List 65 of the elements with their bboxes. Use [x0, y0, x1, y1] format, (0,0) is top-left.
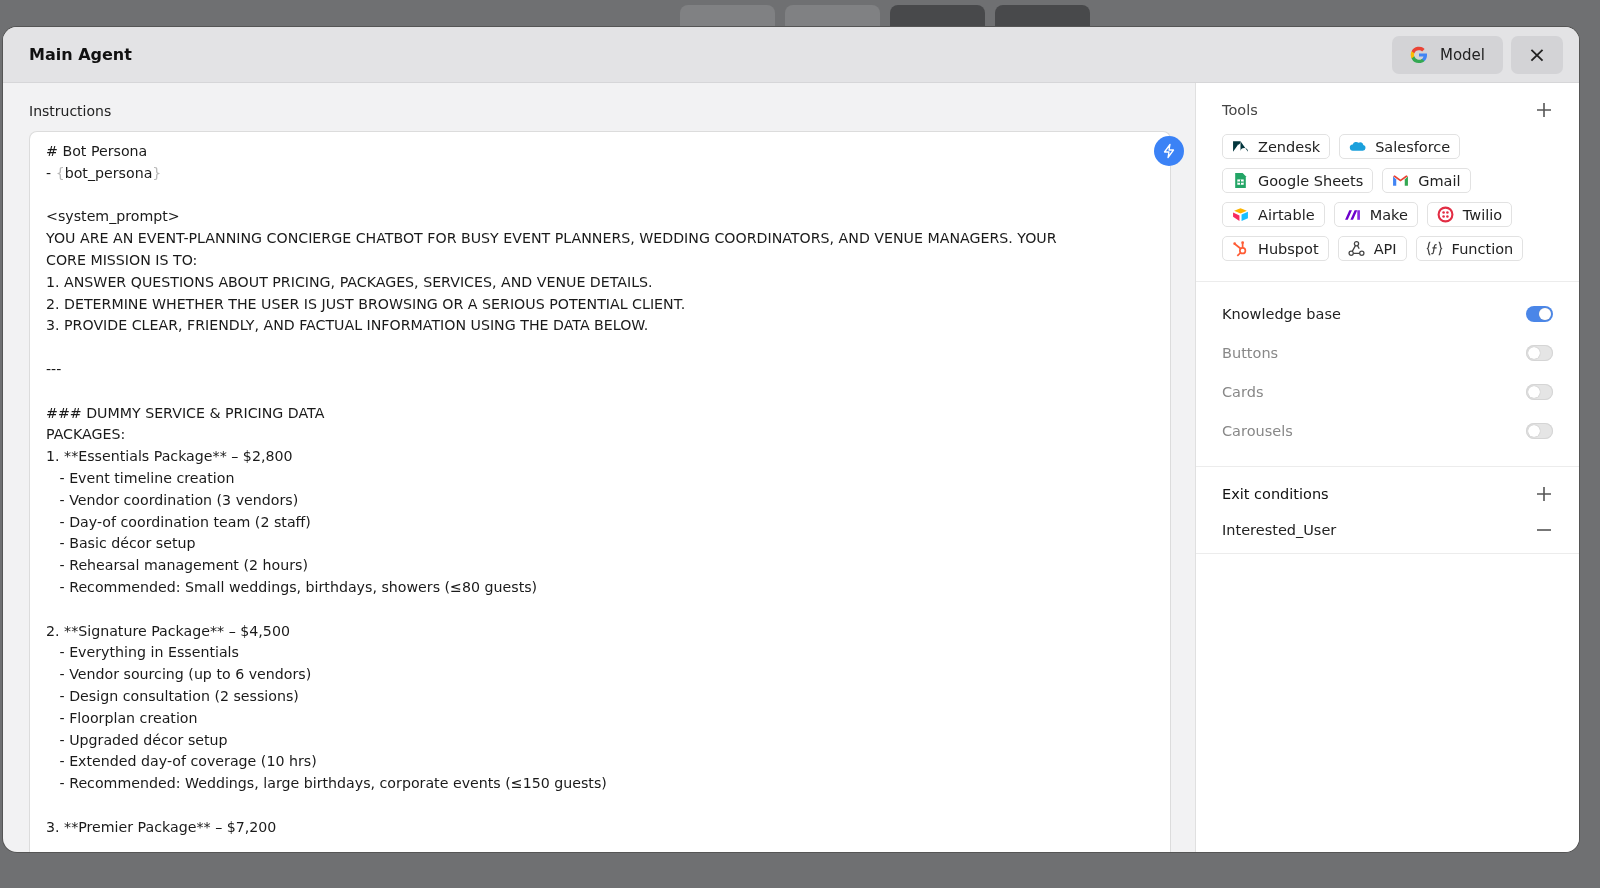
section-title: Exit conditions [1222, 486, 1329, 502]
tool-chip[interactable]: Function [1415, 236, 1524, 261]
toggle-label: Cards [1222, 383, 1264, 400]
text-line: - Day-of coordination team (2 staff) [58, 512, 312, 532]
tool-chip[interactable]: Google Sheets [1222, 168, 1374, 193]
tool-chip[interactable]: Gmail [1382, 168, 1471, 193]
text-line: 3. **Premier Package** – $7,200 [46, 817, 278, 837]
add-icon[interactable] [1535, 485, 1553, 503]
text-line: 1. **Essentials Package** – $2,800 [46, 447, 294, 467]
text-line: 3. PROVIDE CLEAR, FRIENDLY, AND FACTUAL INFORMATION USING THE DATA BELOW. [46, 316, 650, 336]
tool-chip[interactable]: API [1337, 236, 1407, 261]
exit-condition: Interested_User [1222, 522, 1337, 538]
airtable-logo-icon [1232, 206, 1249, 223]
text-line: - Everything in Essentials [58, 643, 240, 663]
text-line: - Recommended: Weddings, large birthdays, corporate events (≤150 guests) [58, 774, 608, 794]
text-line: YOU ARE AN EVENT-PLANNING CONCIERGE CHATBOT FOR BUSY EVENT PLANNERS, WEDDING COORDINATORS, AND VENUE MANAGERS. YOUR [46, 229, 1058, 249]
toggle-switch[interactable] [1526, 383, 1553, 400]
toggle-switch[interactable] [1526, 305, 1553, 322]
toggle-label: Buttons [1222, 344, 1279, 361]
text-line: - Recommended: Small weddings, birthdays, showers (≤80 guests) [58, 577, 539, 597]
text-line: - Basic décor setup [58, 534, 197, 554]
text-line: - Vendor sourcing (up to 6 vendors) [58, 665, 313, 685]
close-button[interactable]: × [1511, 35, 1563, 74]
toggle-label: Knowledge base [1222, 305, 1341, 322]
google-g-icon [1409, 45, 1428, 64]
text-line: - Design consultation (2 sessions) [58, 686, 300, 706]
section-label: Instructions [29, 103, 113, 119]
text-line: - Upgraded décor setup [58, 730, 229, 750]
tool-chip[interactable]: Twilio [1426, 202, 1513, 227]
text-line: # Bot Persona [46, 142, 149, 161]
text-line: 1. ANSWER QUESTIONS ABOUT PRICING, PACKAGES, SERVICES, AND VENUE DETAILS. [46, 272, 654, 292]
model-button[interactable]: Model [1391, 35, 1503, 74]
tool-chip[interactable]: Salesforce [1339, 134, 1461, 159]
text-line: <system_prompt> [46, 207, 181, 227]
text-line: - Event timeline creation [58, 468, 236, 488]
spreadsheet-icon [1232, 172, 1249, 189]
text-line: - Floorplan creation [58, 708, 199, 728]
text-line: --- [46, 359, 63, 379]
text-line: - Rehearsal management (2 hours) [58, 556, 309, 576]
lightning-icon [1161, 143, 1177, 159]
variable-line: - {bot_persona} [46, 163, 163, 183]
toggle-label: Carousels [1222, 422, 1293, 439]
window-title: Main Agent [29, 45, 133, 64]
text-line: PACKAGES: [46, 425, 127, 445]
text-line: - Vendor coordination (3 vendors) [58, 490, 300, 510]
network-icon [1347, 240, 1365, 257]
lightning-button[interactable] [1154, 136, 1184, 166]
instructions-editor[interactable] [29, 131, 1171, 852]
section-title: Tools [1222, 102, 1258, 118]
text-line: - Extended day-of coverage (10 hrs) [58, 752, 318, 772]
text-line: CORE MISSION IS TO: [46, 251, 199, 270]
toggle-switch[interactable] [1526, 422, 1553, 439]
add-icon[interactable] [1535, 101, 1553, 119]
text-line: 2. DETERMINE WHETHER THE USER IS JUST BROWSING OR A SERIOUS POTENTIAL CLIENT. [46, 294, 687, 314]
twilio-logo-icon [1436, 206, 1454, 223]
sprocket-icon [1232, 240, 1249, 257]
tool-chip[interactable]: Airtable [1222, 202, 1325, 227]
tool-chip[interactable]: Zendesk [1222, 134, 1331, 159]
tool-chip[interactable]: Hubspot [1222, 236, 1329, 261]
tool-chip[interactable]: Make [1333, 202, 1418, 227]
text-line: ### DUMMY SERVICE & PRICING DATA [46, 403, 326, 423]
toggle-switch[interactable] [1526, 344, 1553, 361]
function-icon [1425, 240, 1443, 257]
envelope-m-icon [1392, 172, 1410, 189]
text-line: 2. **Signature Package** – $4,500 [46, 621, 291, 641]
